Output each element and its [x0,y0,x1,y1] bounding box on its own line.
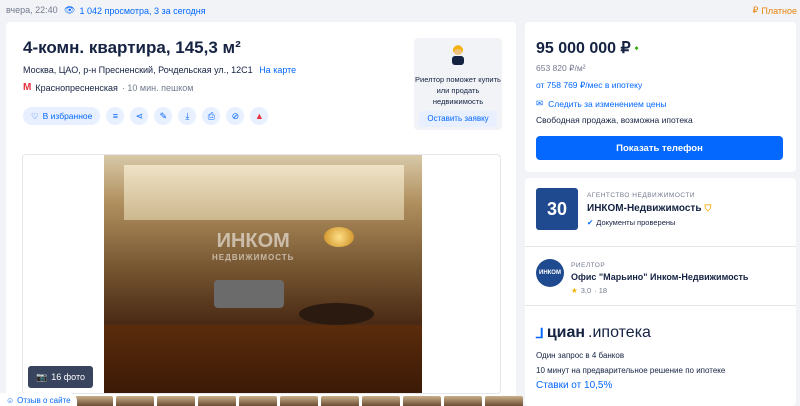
thumbnail[interactable] [403,396,441,406]
thumbnail[interactable] [485,396,523,406]
photo-floor [104,325,422,393]
camera-icon: 📷 [36,371,48,382]
listing-actions: ♡ В избранное ≡ ⋖ ✎ ⤓ ⎙ ⊘ ▲ [23,107,269,125]
divider [525,246,796,247]
hide-icon[interactable]: ⊘ [226,107,245,125]
add-to-favorites-button[interactable]: ♡ В избранное [23,107,101,125]
leave-request-button[interactable]: Оставить заявку [419,111,497,127]
follow-label: Следить за изменением цены [548,98,667,109]
photo-count-button[interactable]: 📷 16 фото [28,366,93,388]
eye-icon: 👁 [64,5,76,15]
metro-walk-time: · 10 мин. пешком [121,82,194,93]
office-rating: ★ 3,0 · 18 [571,286,607,295]
cian-pin-icon: ⅃ [536,324,544,341]
main-photo[interactable]: ИНКОМ НЕДВИЖИМОСТЬ [104,155,422,393]
star-icon: ★ [571,286,578,295]
thumbnail[interactable] [239,396,277,406]
thumbnail[interactable] [157,396,195,406]
sale-type: Свободная продажа, возможна ипотека [536,115,693,125]
photo-watermark: ИНКОМ НЕДВИЖИМОСТЬ [212,230,294,262]
photo-table [299,303,374,325]
share-icon[interactable]: ⋖ [130,107,149,125]
follow-price-link[interactable]: ✉ Следить за изменением цены [536,98,666,109]
divider [525,305,796,306]
price-per-m2: 653 820 ₽/м² [536,63,586,73]
agency-name-row: ИНКОМ-Недвижимость ⛉ [587,203,711,214]
thumbnail[interactable] [116,396,154,406]
cian-info-line2: 10 минут на предварительное решение по и… [536,366,726,375]
views-text: 1 042 просмотра, 3 за сегодня [79,5,206,16]
thumbnail-strip [75,396,523,406]
realtor-avatar-icon [452,45,464,65]
cian-brand: циан [546,324,586,341]
ruble-icon: ₽ [752,5,759,15]
agency-card: 30 АГЕНТСТВО НЕДВИЖИМОСТИ ИНКОМ-Недвижим… [525,178,796,406]
price-value: 95 000 000 ₽ [536,40,631,57]
price: 95 000 000 ₽ ⬩ [536,38,638,58]
metro-icon: M [23,82,32,93]
photo-lamp [324,227,354,247]
paid-badge: ₽ Платное [753,5,797,16]
cian-info-line1: Один запрос в 4 банков [536,351,625,360]
favorites-label: В избранное [42,111,93,121]
show-phone-button[interactable]: Показать телефон [536,136,783,160]
metro-station[interactable]: Краснопресненская [35,83,118,93]
top-bar: вчера, 22:40 👁 1 042 просмотра, 3 за сег… [0,0,800,20]
feedback-label: Отзыв о сайте [17,395,71,405]
mail-icon: ✉ [536,98,544,108]
cian-product: .ипотека [588,324,651,341]
office-name[interactable]: Офис "Марьино" Инком-Недвижимость [571,272,748,282]
photo-gallery[interactable]: ИНКОМ НЕДВИЖИМОСТЬ [22,154,501,394]
agency-logo[interactable]: 30 [536,188,578,230]
thumbnail[interactable] [321,396,359,406]
mortgage-link[interactable]: от 758 769 ₽/мес в ипотеку [536,80,642,91]
photo-ceiling [124,165,404,220]
cian-rate-link[interactable]: Ставки от 10,5% [536,380,612,391]
thumbnail[interactable] [362,396,400,406]
agency-name[interactable]: ИНКОМ-Недвижимость [587,203,701,214]
thumbnail[interactable] [280,396,318,406]
documents-label: Документы проверены [596,218,676,227]
reviews-count[interactable]: · 18 [594,286,607,295]
rating-value: 3,0 [580,286,592,295]
shield-badge-icon: ⛉ [704,203,712,213]
published-time: вчера, 22:40 [6,5,58,15]
cian-ipoteka-logo[interactable]: ⅃ циан .ипотека [536,324,651,342]
metro-info: M Краснопресненская · 10 мин. пешком [23,82,193,93]
photo-count-label: 16 фото [51,372,85,382]
heart-icon: ♡ [31,110,39,121]
documents-verified: ✔ Документы проверены [587,218,675,227]
print-icon[interactable]: ⎙ [202,107,221,125]
agency-type: АГЕНТСТВО НЕДВИЖИМОСТИ [587,192,695,199]
views-counter[interactable]: 👁 1 042 просмотра, 3 за сегодня [64,5,206,16]
price-down-icon[interactable]: ⬩ [635,43,639,54]
compare-icon[interactable]: ≡ [106,107,125,125]
watermark-text: ИНКОМ [216,230,290,252]
photo-sofa [214,280,284,308]
site-feedback-button[interactable]: ☺ Отзыв о сайте [0,393,77,406]
thumbnail[interactable] [198,396,236,406]
address-text: Москва, ЦАО, р-н Пресненский, Рочдельска… [23,65,253,75]
realtor-promo-text: Риелтор поможет купить или продать недви… [415,75,501,106]
report-icon[interactable]: ▲ [250,107,269,125]
watermark-subtext: НЕДВИЖИМОСТЬ [212,253,295,262]
edit-note-icon[interactable]: ✎ [154,107,173,125]
check-icon: ✔ [587,218,594,227]
realtor-promo: Риелтор поможет купить или продать недви… [414,38,502,130]
listing-title: 4-комн. квартира, 145,3 м² [23,38,241,57]
download-icon[interactable]: ⤓ [178,107,197,125]
paid-label: Платное [761,5,797,16]
thumbnail[interactable] [75,396,113,406]
price-card: 95 000 000 ₽ ⬩ 653 820 ₽/м² от 758 769 ₽… [525,22,796,172]
smile-icon: ☺ [6,395,15,405]
on-map-link[interactable]: На карте [259,65,296,75]
office-logo[interactable]: ИНКОМ [536,259,564,287]
office-type: РИЕЛТОР [571,262,606,269]
thumbnail[interactable] [444,396,482,406]
listing-address: Москва, ЦАО, р-н Пресненский, Рочдельска… [23,65,296,75]
